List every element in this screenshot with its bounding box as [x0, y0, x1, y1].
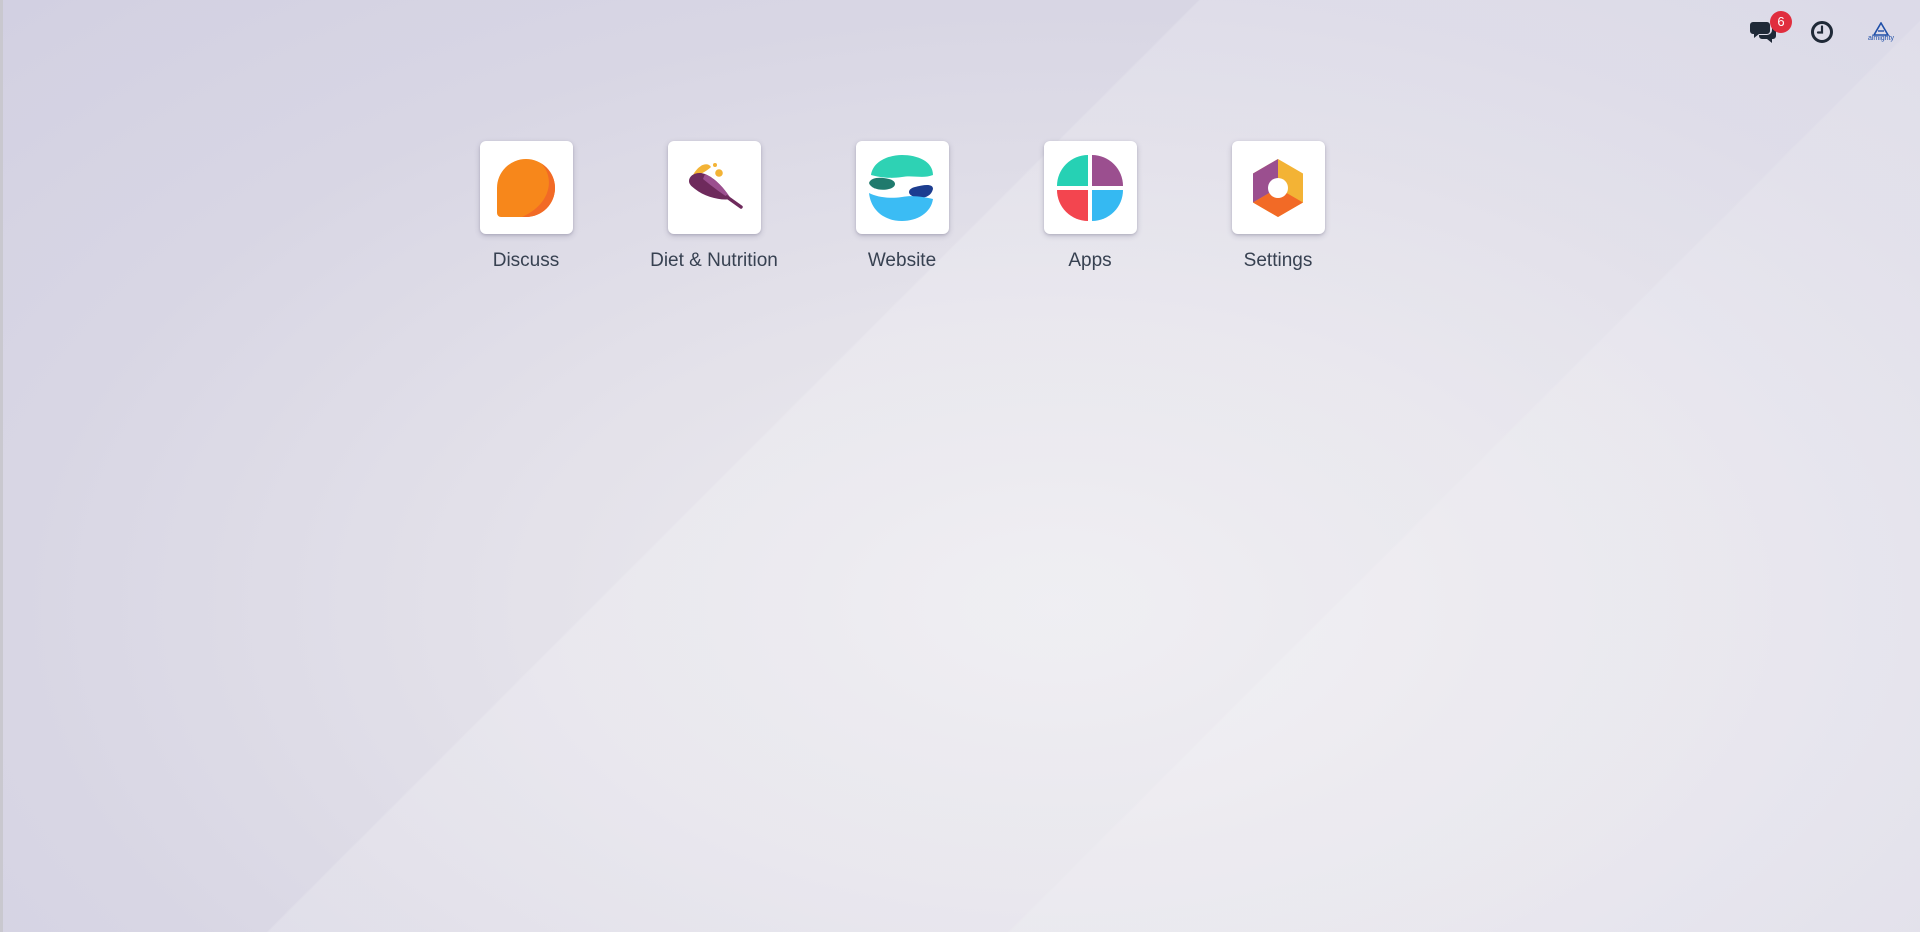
clock-icon [1811, 21, 1833, 43]
apps-grid: Discuss Diet & Nutrition Website Apps Se… [432, 141, 1372, 272]
settings-icon [1253, 158, 1303, 217]
app-label: Apps [1068, 250, 1112, 271]
discuss-icon [497, 158, 556, 217]
app-apps[interactable]: Apps [996, 141, 1184, 272]
diet-nutrition-icon [689, 162, 743, 209]
app-label: Settings [1243, 250, 1313, 271]
app-tile[interactable] [667, 141, 761, 234]
company-logo-text: almighty [1867, 34, 1895, 42]
company-logo-icon [1872, 21, 1890, 36]
company-switcher[interactable]: almighty [1864, 16, 1898, 48]
left-edge-border [0, 0, 3, 932]
apps-icon [1057, 154, 1123, 221]
app-label: Discuss [492, 250, 560, 271]
app-label: Website [867, 250, 937, 271]
activity-menu-button[interactable] [1806, 16, 1838, 48]
app-tile[interactable] [479, 141, 573, 234]
app-discuss[interactable]: Discuss [432, 141, 620, 272]
app-tile[interactable] [1231, 141, 1325, 234]
systray: 6 almighty [1748, 11, 1898, 50]
app-diet-nutrition[interactable]: Diet & Nutrition [620, 141, 808, 272]
app-tile[interactable] [1043, 141, 1137, 234]
app-tile[interactable] [855, 141, 949, 234]
app-settings[interactable]: Settings [1184, 141, 1372, 272]
app-label: Diet & Nutrition [650, 250, 778, 271]
messaging-menu-button[interactable]: 6 [1748, 11, 1792, 48]
messages-badge: 6 [1770, 11, 1792, 33]
app-website[interactable]: Website [808, 141, 996, 272]
website-icon [869, 154, 933, 221]
